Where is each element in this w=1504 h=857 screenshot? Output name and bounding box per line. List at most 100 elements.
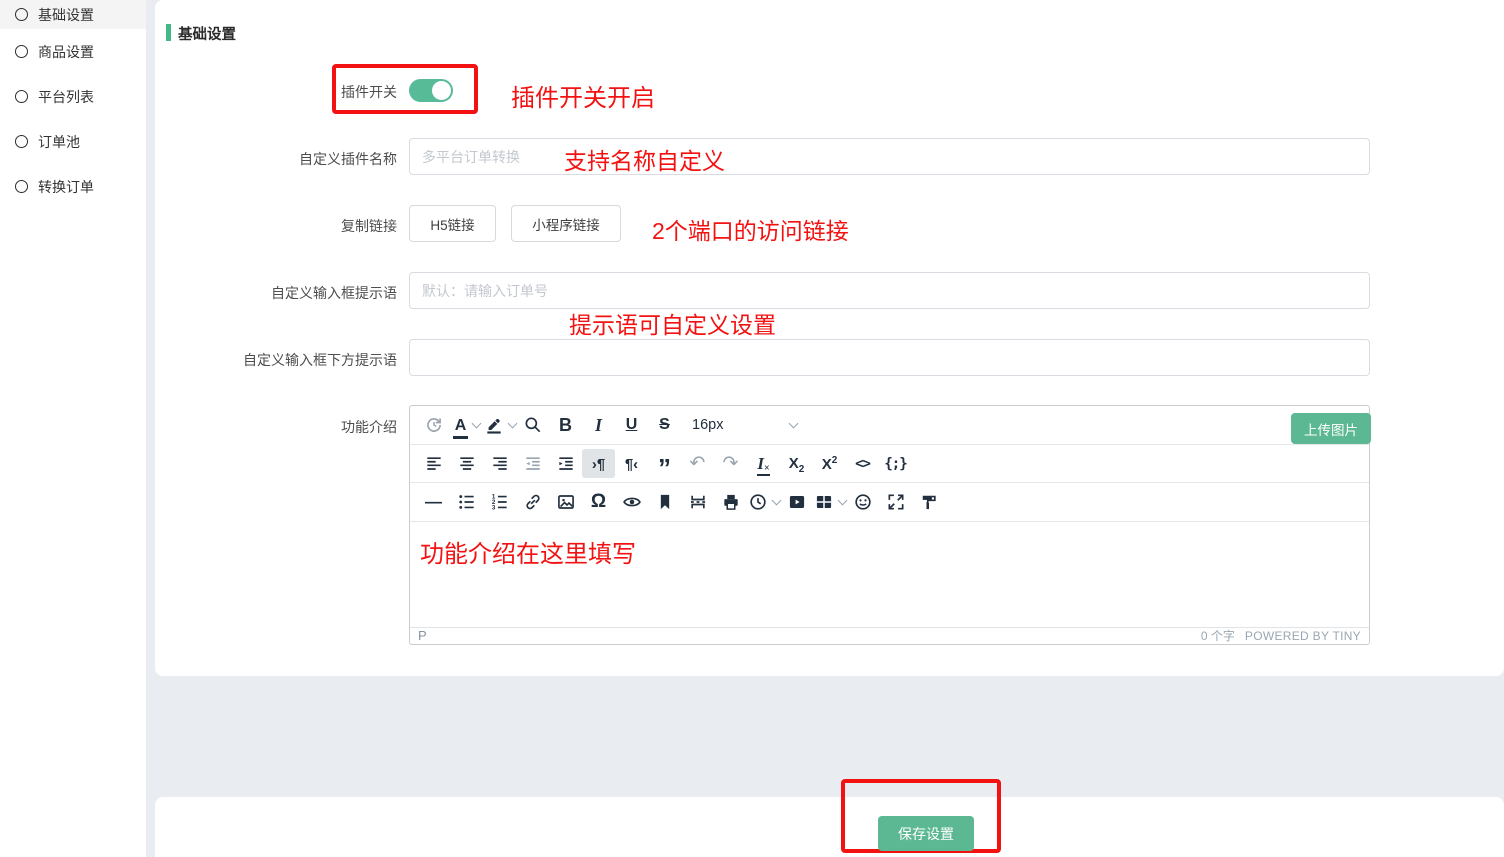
- underline-icon: U: [626, 416, 638, 434]
- ordered-list-button[interactable]: 123: [483, 488, 516, 517]
- font-size-value: 16px: [692, 417, 723, 433]
- inline-code-button[interactable]: <>: [846, 449, 879, 478]
- below-hint-input[interactable]: [409, 339, 1370, 376]
- section-title: 基础设置: [178, 23, 236, 44]
- emoticons-icon: [853, 492, 873, 512]
- indent-button[interactable]: [549, 449, 582, 478]
- undo-button[interactable]: ↶: [681, 449, 714, 478]
- editor-toolbar-row2: ›¶ ¶‹ ”↶ ↷ I× X2 X2 <> {;}: [410, 445, 1369, 483]
- plugin-name-label: 自定义插件名称: [155, 149, 397, 169]
- italic-icon: I: [595, 415, 602, 436]
- format-painter-button[interactable]: [912, 488, 945, 517]
- strikethrough-button[interactable]: S: [648, 411, 681, 440]
- fullscreen-button[interactable]: [879, 488, 912, 517]
- redo-button[interactable]: ↷: [714, 449, 747, 478]
- save-settings-button[interactable]: 保存设置: [878, 816, 974, 851]
- unordered-list-button[interactable]: [450, 488, 483, 517]
- page-background-spacer: [155, 676, 1504, 797]
- editor-toolbar-row3: — 123 Ω: [410, 483, 1369, 522]
- powered-by-tiny: POWERED BY TINY: [1245, 629, 1361, 643]
- sidebar-item-label: 转换订单: [38, 177, 94, 197]
- special-character-button[interactable]: Ω: [582, 488, 615, 517]
- upload-image-button[interactable]: 上传图片: [1291, 413, 1371, 444]
- insert-datetime-icon: [748, 492, 768, 512]
- sidebar-item-3[interactable]: 平台列表: [0, 74, 146, 119]
- radio-circle-icon: [15, 90, 28, 103]
- anchor-icon: [655, 492, 675, 512]
- redo-icon: ↷: [723, 452, 739, 475]
- preview-button[interactable]: [615, 488, 648, 517]
- plugin-switch-toggle[interactable]: [409, 79, 453, 102]
- font-size-select[interactable]: 16px: [684, 411, 802, 440]
- align-right-button[interactable]: [483, 449, 516, 478]
- rtl-icon: ¶‹: [625, 454, 638, 474]
- settings-card: 基础设置 插件开关 插件开关开启 自定义插件名称 支持名称自定义 复制链接 H5…: [155, 0, 1504, 676]
- ltr-button[interactable]: ›¶: [582, 449, 615, 478]
- plugin-switch-label: 插件开关: [155, 82, 397, 102]
- bold-button[interactable]: B: [549, 411, 582, 440]
- unordered-list-icon: [457, 492, 477, 512]
- print-button[interactable]: [714, 488, 747, 517]
- clear-format-button[interactable]: I×: [747, 449, 780, 478]
- chevron-down-icon: [789, 418, 799, 428]
- table-icon: [814, 492, 834, 512]
- search-button[interactable]: [516, 411, 549, 440]
- annotation-links: 2个端口的访问链接: [652, 212, 849, 246]
- annotation-name: 支持名称自定义: [564, 142, 725, 176]
- input-hint-input[interactable]: [409, 272, 1370, 309]
- align-right-icon: [490, 454, 510, 474]
- undo-history-icon: [424, 415, 444, 435]
- section-title-bar: [166, 24, 171, 41]
- subscript-icon: X2: [789, 453, 805, 475]
- editor-status-bar: P 0 个字 POWERED BY TINY: [410, 627, 1369, 643]
- sidebar-item-4[interactable]: 订单池: [0, 119, 146, 164]
- media-button[interactable]: [780, 488, 813, 517]
- outdent-icon: [523, 454, 543, 474]
- horizontal-rule-button[interactable]: —: [417, 488, 450, 517]
- align-center-button[interactable]: [450, 449, 483, 478]
- underline-button[interactable]: U: [615, 411, 648, 440]
- sidebar-item-2[interactable]: 商品设置: [0, 29, 146, 74]
- align-left-button[interactable]: [417, 449, 450, 478]
- anchor-button[interactable]: [648, 488, 681, 517]
- bottom-action-bar: [155, 797, 1504, 857]
- subscript-button[interactable]: X2: [780, 449, 813, 478]
- sidebar-item-1[interactable]: 基础设置: [0, 0, 146, 29]
- sidebar-item-5[interactable]: 转换订单: [0, 164, 146, 209]
- emoticons-button[interactable]: [846, 488, 879, 517]
- miniprogram-link-button[interactable]: 小程序链接: [511, 205, 621, 242]
- special-character-icon: Ω: [591, 491, 606, 513]
- outdent-button[interactable]: [516, 449, 549, 478]
- word-count: 0 个字: [1201, 627, 1235, 644]
- app-root: 基础设置商品设置平台列表订单池转换订单 基础设置 插件开关 插件开关开启 自定义…: [0, 0, 1504, 857]
- editor-toolbar-row1: A BI US 16px: [410, 406, 1369, 445]
- image-button[interactable]: [549, 488, 582, 517]
- highlight-color-button[interactable]: [483, 411, 516, 440]
- element-path: P: [418, 628, 427, 643]
- plugin-name-input[interactable]: [409, 138, 1370, 175]
- table-button[interactable]: [813, 488, 846, 517]
- code-sample-button[interactable]: {;}: [879, 449, 912, 478]
- rtl-button[interactable]: ¶‹: [615, 449, 648, 478]
- sidebar-item-label: 基础设置: [38, 5, 94, 25]
- sidebar-item-label: 订单池: [38, 132, 80, 152]
- annotation-intro: 功能介绍在这里填写: [420, 534, 636, 569]
- ltr-icon: ›¶: [592, 454, 605, 474]
- h5-link-button[interactable]: H5链接: [409, 205, 496, 242]
- search-icon: [523, 415, 543, 435]
- code-sample-icon: {;}: [884, 456, 906, 472]
- page-break-button[interactable]: [681, 488, 714, 517]
- inline-code-icon: <>: [855, 456, 870, 472]
- italic-button[interactable]: I: [582, 411, 615, 440]
- link-button[interactable]: [516, 488, 549, 517]
- superscript-button[interactable]: X2: [813, 449, 846, 478]
- svg-text:3: 3: [491, 505, 495, 512]
- copy-link-label: 复制链接: [155, 216, 397, 236]
- format-painter-icon: [919, 492, 939, 512]
- insert-datetime-button[interactable]: [747, 488, 780, 517]
- blockquote-button[interactable]: ”: [648, 449, 681, 478]
- undo-history-button[interactable]: [417, 411, 450, 440]
- editor-content-area[interactable]: 功能介绍在这里填写: [410, 522, 1369, 627]
- intro-label: 功能介绍: [155, 417, 397, 437]
- text-color-button[interactable]: A: [450, 411, 483, 440]
